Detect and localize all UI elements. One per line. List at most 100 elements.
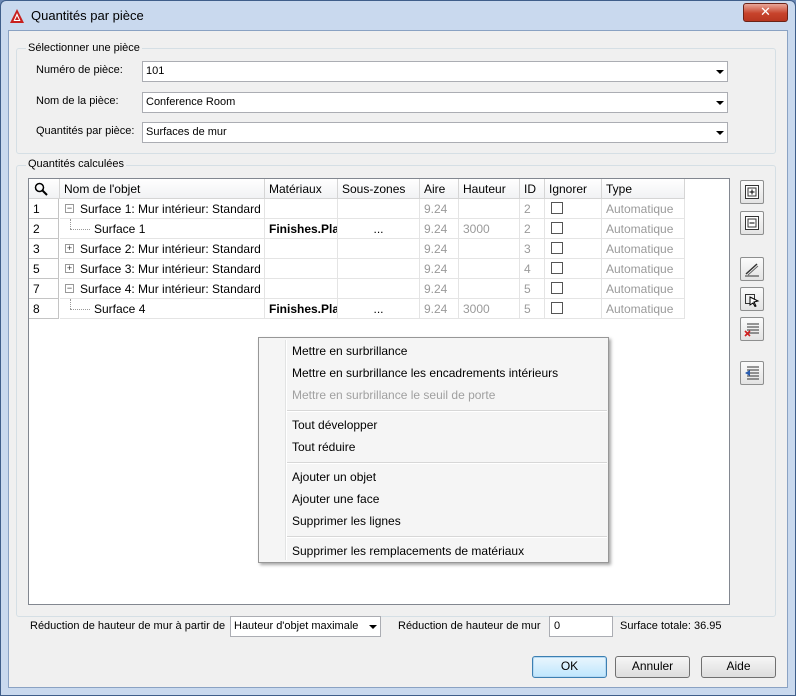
cell-name[interactable]: + Surface 3: Mur intérieur: Standard bbox=[60, 259, 265, 279]
cell-area: 9.24 bbox=[420, 299, 459, 319]
expand-icon[interactable]: + bbox=[65, 264, 74, 273]
cell-name[interactable]: + Surface 2: Mur intérieur: Standard bbox=[60, 239, 265, 259]
room-number-dropdown[interactable]: 101 bbox=[142, 61, 728, 82]
cell-height: 3000 bbox=[459, 299, 520, 319]
menu-item-delete-rows[interactable]: Supprimer les lignes bbox=[292, 514, 401, 528]
table-row[interactable]: 3 + Surface 2: Mur intérieur: Standard 9.24… bbox=[29, 239, 685, 259]
menu-item-add-object[interactable]: Ajouter un objet bbox=[292, 470, 376, 484]
table-row[interactable]: 2Surface 1Finishes.Plas...9.2430002Autom… bbox=[29, 219, 685, 239]
column-header-material[interactable]: Matériaux bbox=[265, 179, 338, 199]
cell-subzones[interactable] bbox=[338, 239, 420, 259]
cell-ignore bbox=[545, 299, 602, 319]
cell-ignore bbox=[545, 259, 602, 279]
cell-subzones[interactable] bbox=[338, 279, 420, 299]
calculated-quantities-legend: Quantités calculées bbox=[26, 158, 126, 170]
table-row[interactable]: 8 Surface 4 Finishes.Plas...9.2430005 Autom… bbox=[29, 299, 685, 319]
row-number: 3 bbox=[29, 239, 59, 259]
cell-area: 9.24 bbox=[420, 259, 459, 279]
column-header-ignore[interactable]: Ignorer bbox=[545, 179, 602, 199]
cell-height bbox=[459, 259, 520, 279]
ignore-checkbox[interactable] bbox=[551, 282, 563, 294]
column-header-area[interactable]: Aire bbox=[420, 179, 459, 199]
tree-line bbox=[70, 229, 90, 230]
menu-item-add-face[interactable]: Ajouter une face bbox=[292, 492, 379, 506]
cell-material bbox=[265, 279, 338, 299]
ignore-checkbox[interactable] bbox=[551, 242, 563, 254]
highlight-button[interactable] bbox=[740, 257, 764, 281]
column-header-name[interactable]: Nom de l'objet bbox=[60, 179, 265, 199]
delete-rows-icon bbox=[744, 323, 759, 337]
expand-all-button[interactable] bbox=[740, 180, 764, 204]
table-row[interactable]: 1− Surface 1: Mur intérieur: Standard 9.24… bbox=[29, 199, 685, 219]
reduction-from-dropdown[interactable]: Hauteur d'objet maximale bbox=[230, 616, 381, 637]
table-row[interactable]: 5 + Surface 3: Mur intérieur: Standard 9.24… bbox=[29, 259, 685, 279]
select-room-legend: Sélectionner une pièce bbox=[26, 42, 142, 54]
chevron-down-icon bbox=[369, 625, 377, 629]
reduction-label: Réduction de hauteur de mur bbox=[398, 620, 541, 632]
row-number: 7 bbox=[29, 279, 59, 299]
collapse-icon[interactable]: − bbox=[65, 204, 74, 213]
cell-name[interactable]: − Surface 4: Mur intérieur: Standard bbox=[60, 279, 265, 299]
reduction-input[interactable]: 0 bbox=[549, 616, 613, 637]
help-button[interactable]: Aide bbox=[701, 656, 776, 678]
select-object-button[interactable] bbox=[740, 287, 764, 311]
row-number: 8 bbox=[29, 299, 59, 319]
chevron-down-icon bbox=[716, 70, 724, 74]
remove-material-overrides-button[interactable] bbox=[740, 361, 764, 385]
table-row[interactable]: 7− Surface 4: Mur intérieur: Standard 9.24… bbox=[29, 279, 685, 299]
menu-item-highlight-interior-frames[interactable]: Mettre en surbrillance les encadrements … bbox=[292, 366, 558, 380]
close-button[interactable]: ✕ bbox=[743, 3, 788, 22]
menu-item-collapse-all[interactable]: Tout réduire bbox=[292, 440, 355, 454]
delete-rows-button[interactable] bbox=[740, 317, 764, 341]
grid-search-header[interactable] bbox=[29, 179, 60, 199]
object-name: Surface 4 bbox=[94, 302, 146, 316]
cell-name[interactable]: Surface 4 bbox=[60, 299, 265, 319]
cell-type: Automatique bbox=[602, 219, 685, 239]
ignore-checkbox[interactable] bbox=[551, 262, 563, 274]
cursor-select-icon bbox=[745, 294, 760, 307]
menu-item-remove-material-overrides[interactable]: Supprimer les remplacements de matériaux bbox=[292, 544, 524, 558]
quantities-dropdown[interactable]: Surfaces de mur bbox=[142, 122, 728, 143]
cell-id: 2 bbox=[520, 219, 545, 239]
column-header-height[interactable]: Hauteur bbox=[459, 179, 520, 199]
cell-subzones[interactable] bbox=[338, 199, 420, 219]
menu-item-expand-all[interactable]: Tout développer bbox=[292, 418, 377, 432]
list-arrow-icon bbox=[745, 366, 759, 380]
cell-ignore bbox=[545, 219, 602, 239]
room-name-dropdown[interactable]: Conference Room bbox=[142, 92, 728, 113]
tree-line bbox=[70, 219, 71, 229]
cancel-button[interactable]: Annuler bbox=[615, 656, 690, 678]
ignore-checkbox[interactable] bbox=[551, 222, 563, 234]
cell-id: 2 bbox=[520, 199, 545, 219]
cell-id: 5 bbox=[520, 299, 545, 319]
collapse-icon[interactable]: − bbox=[65, 284, 74, 293]
column-header-type[interactable]: Type bbox=[602, 179, 685, 199]
cell-height: 3000 bbox=[459, 219, 520, 239]
object-name: Surface 1 bbox=[94, 222, 146, 236]
cell-type: Automatique bbox=[602, 259, 685, 279]
cell-area: 9.24 bbox=[420, 239, 459, 259]
ok-button[interactable]: OK bbox=[532, 656, 607, 678]
room-number-label: Numéro de pièce: bbox=[36, 64, 123, 76]
search-icon bbox=[34, 182, 48, 196]
cell-subzones[interactable] bbox=[338, 259, 420, 279]
cell-name[interactable]: − Surface 1: Mur intérieur: Standard bbox=[60, 199, 265, 219]
cell-area: 9.24 bbox=[420, 219, 459, 239]
expand-icon[interactable]: + bbox=[65, 244, 74, 253]
row-number: 1 bbox=[29, 199, 59, 219]
ignore-checkbox[interactable] bbox=[551, 302, 563, 314]
room-number-value: 101 bbox=[146, 65, 165, 77]
cell-name[interactable]: Surface 1 bbox=[60, 219, 265, 239]
column-header-id[interactable]: ID bbox=[520, 179, 545, 199]
cell-material bbox=[265, 259, 338, 279]
reduction-from-label: Réduction de hauteur de mur à partir de bbox=[30, 620, 226, 632]
cell-ignore bbox=[545, 279, 602, 299]
ignore-checkbox[interactable] bbox=[551, 202, 563, 214]
collapse-all-button[interactable] bbox=[740, 211, 764, 235]
cell-subzones[interactable]: ... bbox=[338, 299, 420, 319]
column-header-subzones[interactable]: Sous-zones bbox=[338, 179, 420, 199]
cell-type: Automatique bbox=[602, 279, 685, 299]
menu-item-highlight[interactable]: Mettre en surbrillance bbox=[292, 344, 407, 358]
cell-subzones[interactable]: ... bbox=[338, 219, 420, 239]
cell-material: Finishes.Plas bbox=[265, 299, 338, 319]
